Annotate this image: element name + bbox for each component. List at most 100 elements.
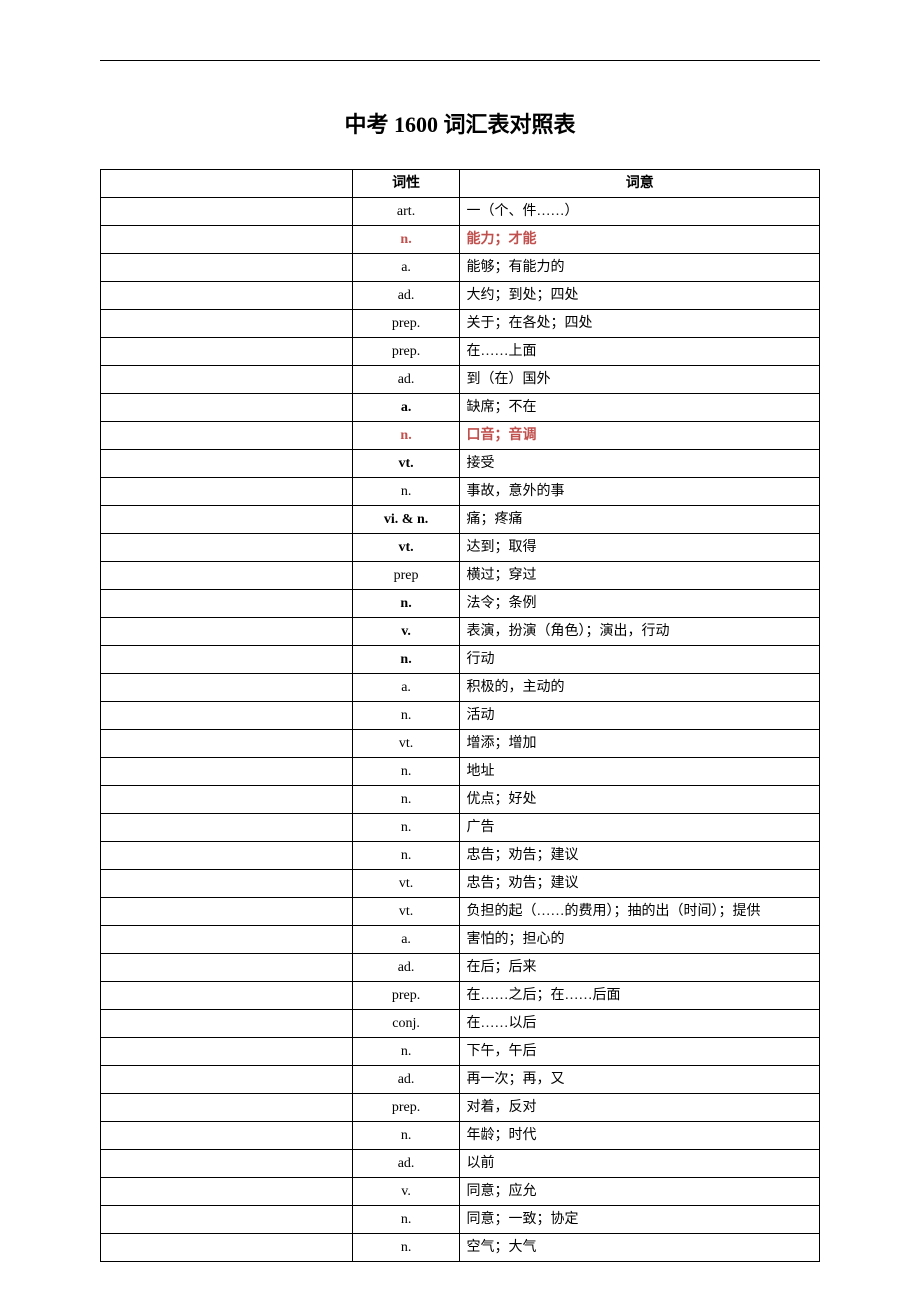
vocabulary-table: 词性 词意 art.一（个、件……）n.能力；才能a.能够；有能力的ad.大约；… bbox=[100, 169, 820, 1262]
cell-word bbox=[101, 1094, 353, 1122]
cell-word bbox=[101, 814, 353, 842]
cell-meaning: 空气；大气 bbox=[460, 1234, 820, 1262]
table-row: n.优点；好处 bbox=[101, 786, 820, 814]
cell-pos: ad. bbox=[352, 366, 460, 394]
cell-pos: vt. bbox=[352, 534, 460, 562]
cell-meaning: 再一次；再，又 bbox=[460, 1066, 820, 1094]
cell-meaning: 表演，扮演（角色）；演出，行动 bbox=[460, 618, 820, 646]
cell-meaning: 能够；有能力的 bbox=[460, 254, 820, 282]
cell-meaning: 到（在）国外 bbox=[460, 366, 820, 394]
cell-meaning: 能力；才能 bbox=[460, 226, 820, 254]
cell-word bbox=[101, 702, 353, 730]
cell-pos: prep. bbox=[352, 1094, 460, 1122]
cell-word bbox=[101, 506, 353, 534]
table-row: vt.忠告；劝告；建议 bbox=[101, 870, 820, 898]
cell-pos: n. bbox=[352, 1234, 460, 1262]
cell-pos: a. bbox=[352, 394, 460, 422]
cell-pos: n. bbox=[352, 646, 460, 674]
table-row: ad.在后；后来 bbox=[101, 954, 820, 982]
table-row: n.事故，意外的事 bbox=[101, 478, 820, 506]
cell-meaning: 行动 bbox=[460, 646, 820, 674]
cell-pos: n. bbox=[352, 758, 460, 786]
cell-word bbox=[101, 310, 353, 338]
cell-pos: n. bbox=[352, 1206, 460, 1234]
cell-pos: prep. bbox=[352, 338, 460, 366]
cell-word bbox=[101, 1150, 353, 1178]
cell-word bbox=[101, 254, 353, 282]
cell-meaning: 接受 bbox=[460, 450, 820, 478]
table-row: n.同意；一致；协定 bbox=[101, 1206, 820, 1234]
table-row: n.下午，午后 bbox=[101, 1038, 820, 1066]
cell-pos: vt. bbox=[352, 870, 460, 898]
cell-meaning: 害怕的；担心的 bbox=[460, 926, 820, 954]
cell-meaning: 一（个、件……） bbox=[460, 198, 820, 226]
table-row: n.忠告；劝告；建议 bbox=[101, 842, 820, 870]
cell-pos: vt. bbox=[352, 898, 460, 926]
cell-meaning: 缺席；不在 bbox=[460, 394, 820, 422]
cell-pos: n. bbox=[352, 422, 460, 450]
cell-word bbox=[101, 590, 353, 618]
cell-word bbox=[101, 1178, 353, 1206]
cell-word bbox=[101, 1122, 353, 1150]
cell-pos: conj. bbox=[352, 1010, 460, 1038]
cell-meaning: 关于；在各处；四处 bbox=[460, 310, 820, 338]
table-row: n.地址 bbox=[101, 758, 820, 786]
header-meaning: 词意 bbox=[460, 170, 820, 198]
cell-word bbox=[101, 618, 353, 646]
cell-pos: vt. bbox=[352, 730, 460, 758]
cell-meaning: 大约；到处；四处 bbox=[460, 282, 820, 310]
cell-meaning: 积极的，主动的 bbox=[460, 674, 820, 702]
cell-meaning: 忠告；劝告；建议 bbox=[460, 870, 820, 898]
cell-meaning: 口音；音调 bbox=[460, 422, 820, 450]
cell-word bbox=[101, 758, 353, 786]
cell-word bbox=[101, 422, 353, 450]
cell-meaning: 在后；后来 bbox=[460, 954, 820, 982]
cell-meaning: 在……上面 bbox=[460, 338, 820, 366]
cell-word bbox=[101, 1038, 353, 1066]
cell-pos: n. bbox=[352, 814, 460, 842]
cell-meaning: 地址 bbox=[460, 758, 820, 786]
cell-pos: a. bbox=[352, 674, 460, 702]
cell-word bbox=[101, 394, 353, 422]
cell-meaning: 同意；一致；协定 bbox=[460, 1206, 820, 1234]
cell-pos: v. bbox=[352, 1178, 460, 1206]
table-row: n.年龄；时代 bbox=[101, 1122, 820, 1150]
cell-pos: n. bbox=[352, 1122, 460, 1150]
cell-word bbox=[101, 646, 353, 674]
cell-meaning: 事故，意外的事 bbox=[460, 478, 820, 506]
cell-word bbox=[101, 982, 353, 1010]
cell-word bbox=[101, 282, 353, 310]
table-row: n.空气；大气 bbox=[101, 1234, 820, 1262]
cell-meaning: 同意；应允 bbox=[460, 1178, 820, 1206]
table-row: prep横过；穿过 bbox=[101, 562, 820, 590]
header-pos: 词性 bbox=[352, 170, 460, 198]
cell-meaning: 在……以后 bbox=[460, 1010, 820, 1038]
table-header-row: 词性 词意 bbox=[101, 170, 820, 198]
cell-word bbox=[101, 786, 353, 814]
cell-word bbox=[101, 674, 353, 702]
cell-pos: ad. bbox=[352, 1066, 460, 1094]
cell-word bbox=[101, 898, 353, 926]
cell-pos: n. bbox=[352, 478, 460, 506]
cell-word bbox=[101, 198, 353, 226]
table-row: prep.在……之后；在……后面 bbox=[101, 982, 820, 1010]
page-title: 中考 1600 词汇表对照表 bbox=[100, 107, 820, 139]
cell-word bbox=[101, 226, 353, 254]
cell-meaning: 广告 bbox=[460, 814, 820, 842]
table-row: a.积极的，主动的 bbox=[101, 674, 820, 702]
cell-meaning: 活动 bbox=[460, 702, 820, 730]
table-row: n.广告 bbox=[101, 814, 820, 842]
cell-meaning: 增添；增加 bbox=[460, 730, 820, 758]
cell-pos: vt. bbox=[352, 450, 460, 478]
table-row: ad.大约；到处；四处 bbox=[101, 282, 820, 310]
table-row: vt.达到；取得 bbox=[101, 534, 820, 562]
cell-word bbox=[101, 478, 353, 506]
cell-pos: ad. bbox=[352, 282, 460, 310]
table-row: n.活动 bbox=[101, 702, 820, 730]
cell-meaning: 痛；疼痛 bbox=[460, 506, 820, 534]
table-row: a.能够；有能力的 bbox=[101, 254, 820, 282]
cell-pos: ad. bbox=[352, 1150, 460, 1178]
cell-pos: n. bbox=[352, 226, 460, 254]
table-row: n.法令；条例 bbox=[101, 590, 820, 618]
cell-pos: n. bbox=[352, 590, 460, 618]
